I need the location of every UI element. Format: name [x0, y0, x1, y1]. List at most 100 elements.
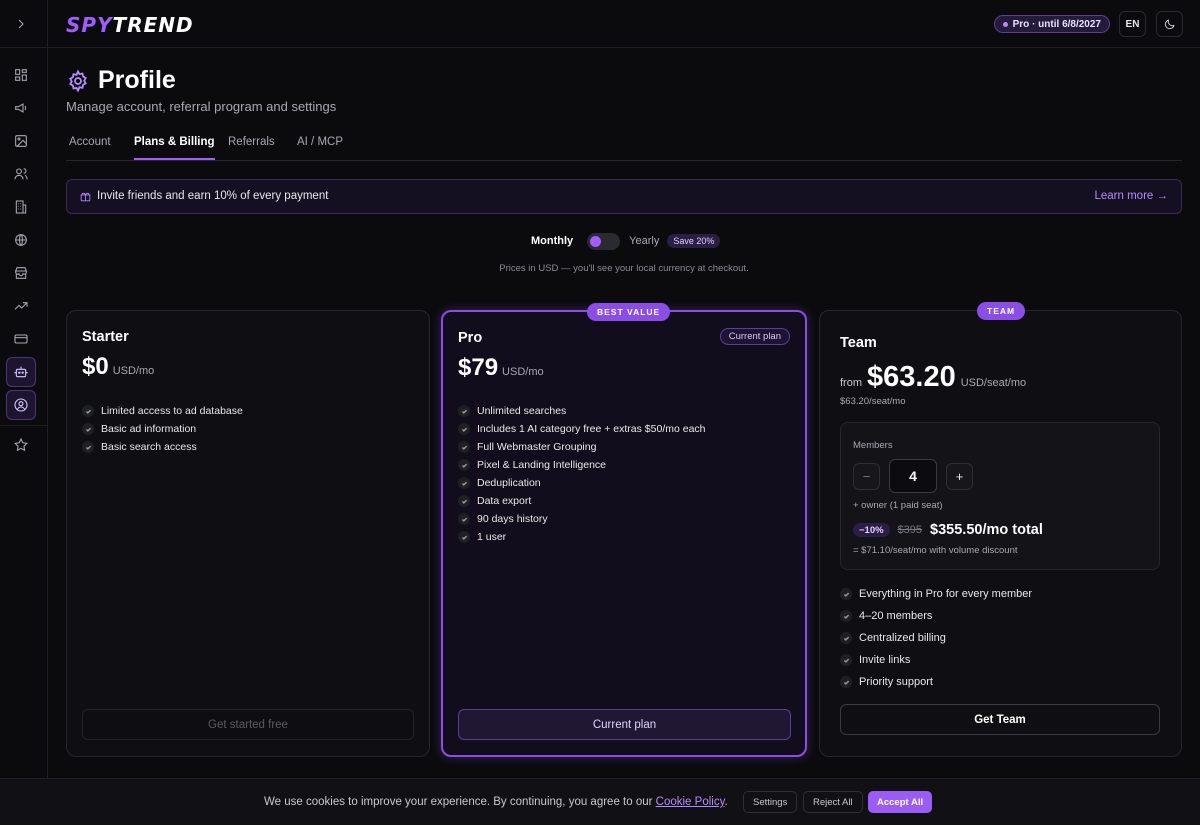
increase-members-button[interactable]: +	[946, 463, 973, 490]
cookie-text: We use cookies to improve your experienc…	[264, 796, 728, 808]
decrease-members-button[interactable]: −	[853, 463, 880, 490]
chevron-right-icon	[18, 19, 24, 29]
feature-text: Data export	[477, 495, 532, 507]
feature-item: Everything in Pro for every member	[840, 583, 1032, 605]
prices-note: Prices in USD — you'll see your local cu…	[499, 263, 749, 274]
language-button[interactable]: EN	[1119, 11, 1146, 37]
sidebar-item-billing[interactable]	[6, 324, 36, 354]
check-icon	[458, 459, 470, 471]
logo[interactable]: SPYTREND	[66, 13, 194, 37]
bot-icon	[14, 366, 28, 378]
theme-toggle-button[interactable]	[1156, 11, 1183, 37]
monthly-label[interactable]: Monthly	[531, 235, 573, 247]
sidebar-divider	[0, 47, 47, 48]
status-dot	[1002, 21, 1008, 27]
page-subtitle: Manage account, referral program and set…	[66, 99, 337, 114]
cookie-policy-link[interactable]: Cookie Policy	[656, 796, 725, 808]
check-icon	[82, 441, 94, 453]
sidebar-item-profile[interactable]	[6, 390, 36, 420]
logo-part-2: TREND	[112, 13, 194, 37]
pro-status-text: Pro · until 6/8/2027	[1012, 18, 1101, 30]
learn-more-link[interactable]: Learn more →	[1094, 190, 1168, 202]
original-price: $395	[897, 524, 923, 536]
sidebar-item-dashboard[interactable]	[6, 60, 36, 90]
feature-item: Basic ad information	[82, 420, 243, 438]
get-started-free-button[interactable]: Get started free	[82, 709, 414, 740]
page-title: Profile	[66, 66, 336, 95]
logo-part-1: SPY	[66, 13, 113, 37]
feature-item: Includes 1 AI category free + extras $50…	[458, 420, 706, 438]
feature-item: Basic search access	[82, 438, 243, 456]
feature-item: Unlimited searches	[458, 402, 706, 420]
expand-sidebar-button[interactable]	[6, 9, 36, 39]
gear-icon	[69, 69, 87, 92]
feature-item: 4–20 members	[840, 605, 1032, 627]
price-amount: $0	[82, 353, 109, 380]
page-title-text: Profile	[98, 66, 176, 94]
check-icon	[458, 477, 470, 489]
members-calculator: Members − 4 + + owner (1 paid seat) −10%…	[840, 422, 1160, 570]
sidebar-item-advertisers[interactable]	[6, 159, 36, 189]
check-icon	[840, 676, 852, 688]
reject-all-button[interactable]: Reject All	[803, 791, 863, 813]
feature-item: Limited access to ad database	[82, 402, 243, 420]
plan-price: $0 USD/mo	[82, 353, 154, 381]
total-row: −10% $395 $355.50/mo total	[853, 522, 1043, 538]
check-icon	[82, 405, 94, 417]
feature-list: Limited access to ad database Basic ad i…	[82, 402, 243, 456]
sidebar-item-trends[interactable]	[6, 291, 36, 321]
sidebar-item-ads[interactable]	[6, 93, 36, 123]
tab-plans-billing[interactable]: Plans & Billing	[134, 136, 215, 160]
feature-text: Centralized billing	[859, 632, 946, 644]
feature-item: Pixel & Landing Intelligence	[458, 456, 706, 474]
tab-account[interactable]: Account	[69, 136, 111, 158]
accept-all-button[interactable]: Accept All	[868, 791, 933, 813]
feature-text: Unlimited searches	[477, 405, 567, 417]
owner-note: + owner (1 paid seat)	[853, 500, 943, 511]
price-unit: USD/seat/mo	[960, 377, 1027, 389]
pro-status-badge[interactable]: Pro · until 6/8/2027	[993, 15, 1110, 33]
price-unit: USD/mo	[112, 365, 155, 377]
feature-text: Invite links	[859, 654, 911, 666]
cookie-settings-button[interactable]: Settings	[743, 791, 798, 813]
feature-text: 1 user	[477, 531, 507, 543]
billing-period-toggle: Monthly Yearly Save 20%	[531, 232, 721, 250]
per-seat-note: = $71.10/seat/mo with volume discount	[853, 545, 1018, 556]
sidebar-item-companies[interactable]	[6, 192, 36, 222]
feature-text: Basic search access	[101, 441, 197, 453]
tab-ai-mcp[interactable]: AI / MCP	[297, 136, 343, 158]
check-icon	[840, 610, 852, 622]
plan-card-pro: BEST VALUE Pro Current plan $79 USD/mo U…	[441, 303, 807, 757]
cookie-message: We use cookies to improve your experienc…	[264, 796, 653, 808]
sidebar-item-favorites[interactable]	[6, 430, 36, 460]
feature-item: Centralized billing	[840, 627, 1032, 649]
plan-card-team: TEAM Team from $63.20 USD/seat/mo $63.20…	[819, 302, 1182, 757]
feature-text: 4–20 members	[859, 610, 933, 622]
gift-icon	[79, 190, 92, 203]
billing-switch[interactable]	[587, 232, 621, 250]
tab-referrals[interactable]: Referrals	[228, 136, 275, 158]
feature-item: Deduplication	[458, 474, 706, 492]
check-icon	[458, 423, 470, 435]
members-count-input[interactable]: 4	[889, 459, 937, 493]
sidebar	[0, 0, 48, 825]
price-unit: USD/mo	[502, 366, 544, 378]
yearly-label[interactable]: Yearly	[629, 235, 659, 247]
trending-icon	[14, 302, 28, 310]
check-icon	[458, 441, 470, 453]
page-header: Profile Manage account, referral program…	[66, 66, 336, 114]
sidebar-item-domains[interactable]	[6, 225, 36, 255]
get-team-button[interactable]: Get Team	[840, 704, 1160, 735]
current-plan-button[interactable]: Current plan	[458, 709, 791, 740]
total-price: $355.50/mo total	[930, 522, 1043, 538]
best-value-badge: BEST VALUE	[587, 303, 671, 321]
sidebar-item-creatives[interactable]	[6, 126, 36, 156]
members-label: Members	[853, 440, 893, 451]
plan-name: Team	[840, 335, 877, 351]
sidebar-item-ai[interactable]	[6, 357, 36, 387]
feature-item: Data export	[458, 492, 706, 510]
feature-text: Deduplication	[477, 477, 541, 489]
discount-badge: −10%	[853, 523, 890, 537]
check-icon	[840, 632, 852, 644]
feature-text: Everything in Pro for every member	[859, 588, 1033, 600]
